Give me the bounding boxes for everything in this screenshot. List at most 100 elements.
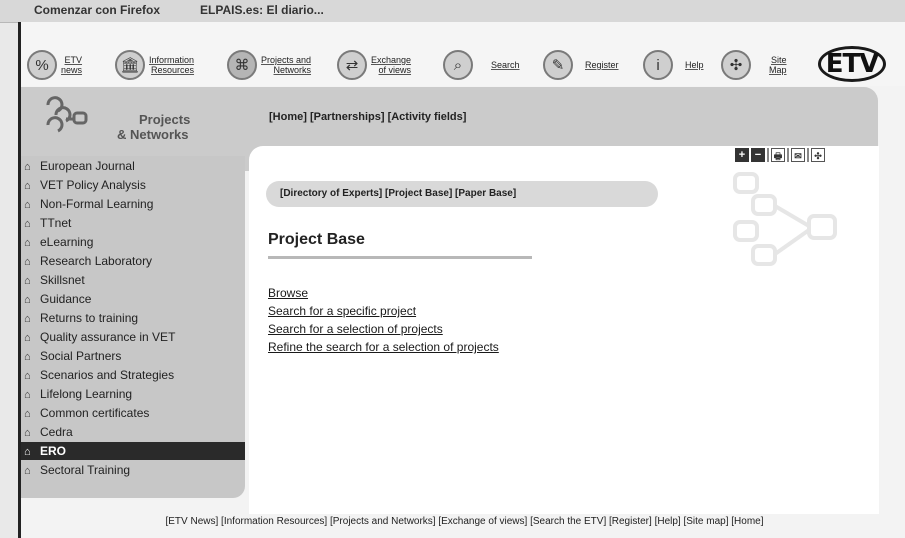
nav-exchange-views[interactable]: ⇄ Exchange of views — [337, 50, 411, 80]
sidebar-item-ero[interactable]: ⌂ ERO — [21, 442, 245, 460]
sidebar-item-guidance[interactable]: ⌂ Guidance — [21, 290, 245, 308]
home-icon: ⌂ — [24, 351, 31, 363]
sitemap-icon[interactable]: ✣ — [811, 148, 825, 162]
nav-label: Register — [585, 60, 619, 70]
nav-site-map[interactable]: ✣ Site Map — [721, 50, 787, 80]
percent-icon: % — [27, 50, 57, 80]
sidebar-item-label: eLearning — [40, 235, 94, 249]
print-icon[interactable]: 🖶 — [771, 148, 785, 162]
sidebar-item-lifelong-learning[interactable]: ⌂ Lifelong Learning — [21, 385, 245, 403]
top-navigation: % ETV news 🏛 Information Resources ⌘ Pro… — [21, 22, 905, 86]
divider — [787, 148, 789, 162]
bookmark-comenzar[interactable]: Comenzar con Firefox — [34, 3, 160, 17]
home-icon: ⌂ — [24, 199, 31, 211]
home-icon: ⌂ — [24, 237, 31, 249]
nav-label: Help — [685, 60, 704, 70]
network-watermark-icon — [733, 172, 837, 266]
sidebar-item-common-certificates[interactable]: ⌂ Common certificates — [21, 404, 245, 422]
home-icon: ⌂ — [24, 408, 31, 420]
home-icon: ⌂ — [24, 161, 31, 173]
home-icon: ⌂ — [24, 465, 31, 477]
home-icon: ⌂ — [24, 218, 31, 230]
sidebar: ⌂ European Journal ⌂ VET Policy Analysis ⌂… — [21, 156, 245, 498]
home-icon: ⌂ — [24, 332, 31, 344]
sidebar-item-social-partners[interactable]: ⌂ Social Partners — [21, 347, 245, 365]
link-refine-search[interactable]: Refine the search for a selection of pro… — [268, 338, 499, 356]
link-search-selection-projects[interactable]: Search for a selection of projects — [268, 320, 499, 338]
divider — [807, 148, 809, 162]
sidebar-item-label: Scenarios and Strategies — [40, 368, 175, 382]
sidebar-item-scenarios[interactable]: ⌂ Scenarios and Strategies — [21, 366, 245, 384]
mail-icon[interactable]: ✉ — [791, 148, 805, 162]
bookmark-elpais[interactable]: ELPAIS.es: El diario... — [200, 3, 324, 17]
page-title: Project Base — [268, 231, 365, 248]
sidebar-item-non-formal[interactable]: ⌂ Non-Formal Learning — [21, 195, 245, 213]
nav-label: Projects and Networks — [261, 55, 312, 75]
section-title-line1: Projects — [139, 112, 191, 127]
sidebar-item-european-journal[interactable]: ⌂ European Journal — [21, 157, 245, 175]
sidebar-item-label: Cedra — [40, 425, 73, 439]
sub-navigation[interactable]: [Directory of Experts] [Project Base] [P… — [266, 181, 658, 207]
sidebar-item-label: Non-Formal Learning — [40, 197, 154, 211]
breadcrumb[interactable]: [Home] [Partnerships] [Activity fields] — [269, 111, 466, 123]
sidebar-item-label: Guidance — [40, 292, 92, 306]
sidebar-item-research-lab[interactable]: ⌂ Research Laboratory — [21, 252, 245, 270]
home-icon: ⌂ — [24, 180, 31, 192]
search-icon: ⌕ — [443, 50, 473, 80]
sidebar-item-label: Social Partners — [40, 349, 122, 363]
link-search-specific-project[interactable]: Search for a specific project — [268, 302, 499, 320]
nav-register[interactable]: ✎ Register — [543, 50, 619, 80]
sidebar-item-label: Sectoral Training — [40, 463, 131, 477]
nav-search[interactable]: ⌕ Search — [443, 50, 520, 80]
footer-links[interactable]: [ETV News] [Information Resources] [Proj… — [21, 516, 905, 527]
sidebar-item-label: European Journal — [40, 159, 135, 173]
exchange-icon: ⇄ — [337, 50, 367, 80]
main-content: + − 🖶 ✉ ✣ [Directory of Experts] [Projec… — [249, 146, 879, 514]
chain-logo-icon — [46, 96, 88, 133]
nav-label: Exchange of views — [371, 55, 412, 75]
sidebar-item-label: Skillsnet — [40, 273, 85, 287]
page-tools: + − 🖶 ✉ ✣ — [735, 146, 825, 164]
pen-icon: ✎ — [543, 50, 573, 80]
nav-label: Information Resources — [149, 55, 195, 75]
sidebar-item-label: Quality assurance in VET — [40, 330, 176, 344]
nav-label: Search — [491, 60, 520, 70]
sidebar-item-returns-training[interactable]: ⌂ Returns to training — [21, 309, 245, 327]
bookmarks-toolbar: Comenzar con Firefox ELPAIS.es: El diari… — [0, 0, 905, 23]
section-title-line2: & Networks — [117, 127, 189, 142]
zoom-out-icon[interactable]: − — [751, 148, 765, 162]
sidebar-item-sectoral-training[interactable]: ⌂ Sectoral Training — [21, 461, 245, 479]
nav-projects-networks[interactable]: ⌘ Projects and Networks — [227, 50, 311, 80]
sidebar-item-quality-assurance[interactable]: ⌂ Quality assurance in VET — [21, 328, 245, 346]
building-icon: 🏛 — [115, 50, 145, 80]
sidebar-item-ttnet[interactable]: ⌂ TTnet — [21, 214, 245, 232]
sidebar-item-cedra[interactable]: ⌂ Cedra — [21, 423, 245, 441]
sitemap-icon: ✣ — [721, 50, 751, 80]
sidebar-item-label: ERO — [40, 444, 67, 458]
link-browse[interactable]: Browse — [268, 284, 499, 302]
home-icon: ⌂ — [24, 294, 31, 306]
sidebar-item-label: Common certificates — [40, 406, 150, 420]
home-icon: ⌂ — [24, 256, 31, 268]
home-icon: ⌂ — [24, 275, 31, 287]
zoom-in-icon[interactable]: + — [735, 148, 749, 162]
home-icon: ⌂ — [24, 446, 31, 458]
sidebar-item-elearning[interactable]: ⌂ eLearning — [21, 233, 245, 251]
sidebar-item-skillsnet[interactable]: ⌂ Skillsnet — [21, 271, 245, 289]
page: % ETV news 🏛 Information Resources ⌘ Pro… — [18, 22, 905, 538]
etv-logo[interactable]: ETV — [818, 46, 886, 82]
sidebar-item-label: TTnet — [40, 216, 72, 230]
nav-label: Site Map — [769, 55, 787, 75]
divider — [767, 148, 769, 162]
sidebar-item-label: Research Laboratory — [40, 254, 153, 268]
section-logo: Projects & Networks — [39, 87, 229, 147]
nav-information-resources[interactable]: 🏛 Information Resources — [115, 50, 194, 80]
sidebar-item-label: VET Policy Analysis — [40, 178, 146, 192]
nav-help[interactable]: i Help — [643, 50, 704, 80]
home-icon: ⌂ — [24, 427, 31, 439]
network-icon: ⌘ — [227, 50, 257, 80]
info-icon: i — [643, 50, 673, 80]
home-icon: ⌂ — [24, 389, 31, 401]
sidebar-item-vet-policy[interactable]: ⌂ VET Policy Analysis — [21, 176, 245, 194]
nav-etv-news[interactable]: % ETV news — [27, 50, 82, 80]
